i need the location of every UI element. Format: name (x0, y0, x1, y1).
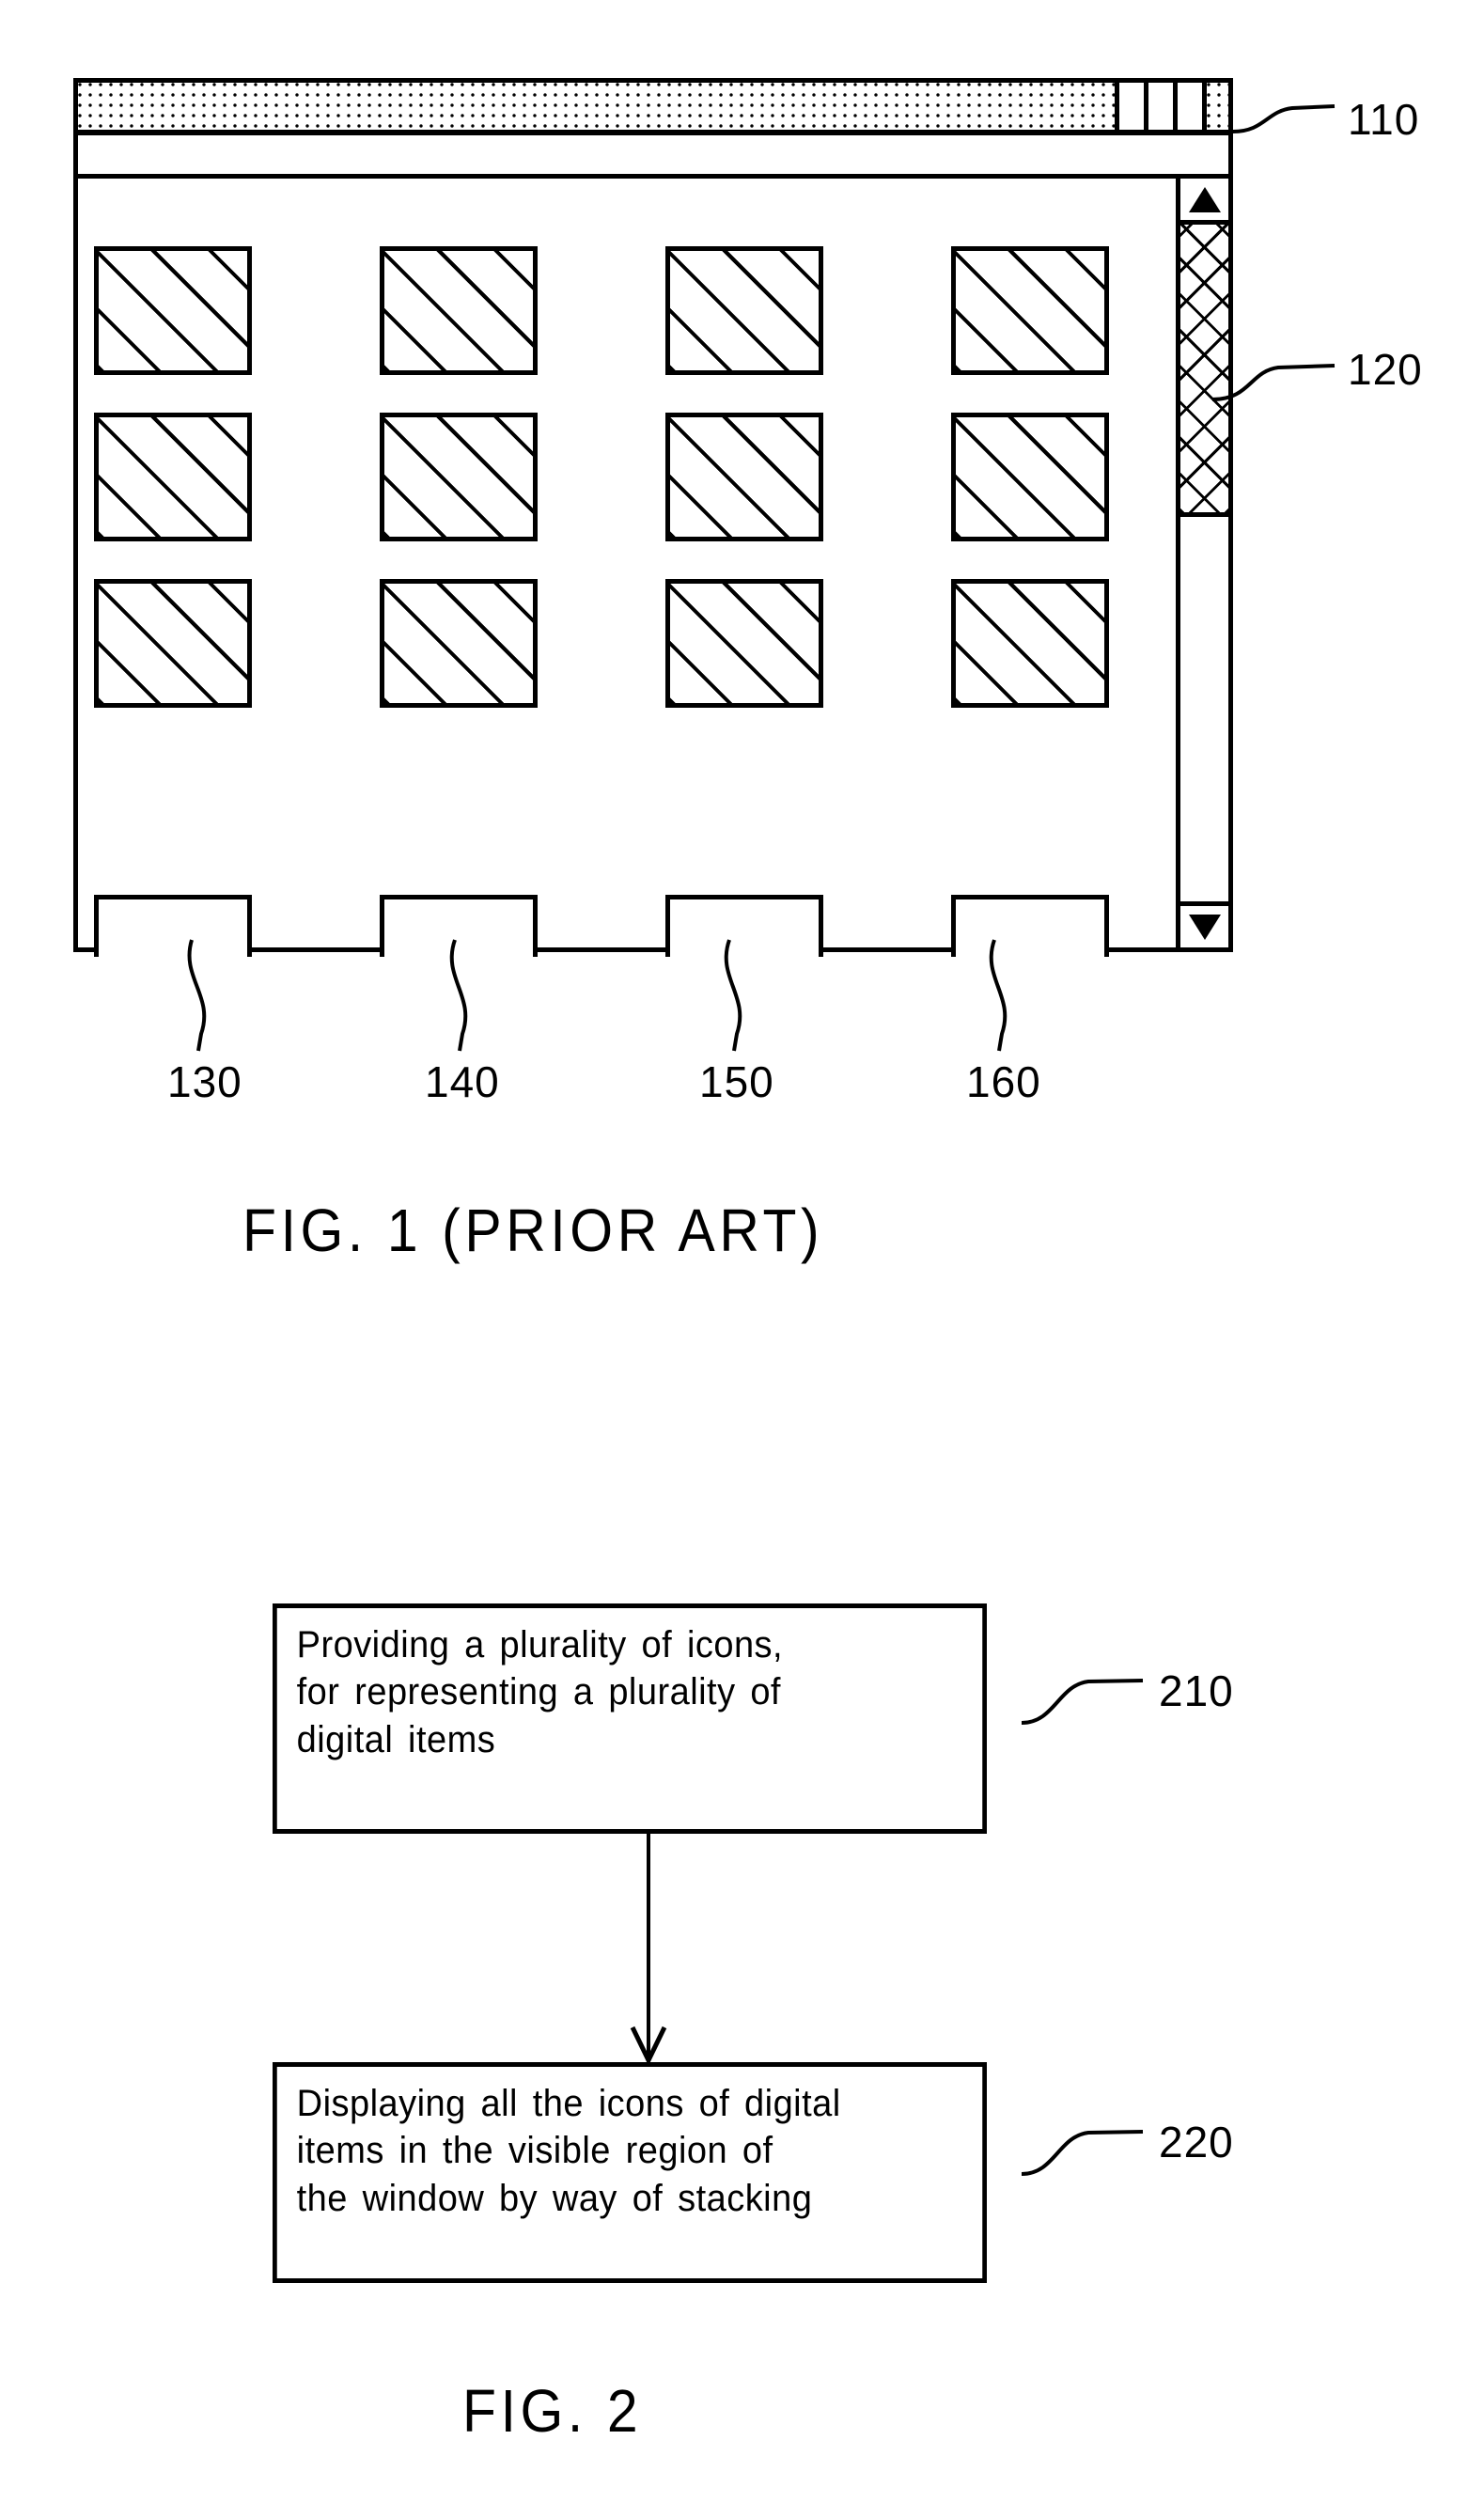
clipped-icon-2[interactable] (380, 895, 538, 957)
ref-number-110: 110 (1348, 95, 1420, 144)
digital-item-icon[interactable] (94, 246, 252, 375)
digital-item-icon[interactable] (665, 246, 823, 375)
icon-grid (94, 246, 1109, 895)
title-bar-fill-right (1202, 83, 1228, 130)
vertical-scrollbar[interactable] (1176, 179, 1228, 947)
prior-art-window (73, 78, 1233, 957)
ref-number-130: 130 (167, 1057, 242, 1106)
figure-1-caption: FIG. 1 (PRIOR ART) (242, 1196, 824, 1264)
clipped-icon-row (94, 895, 1109, 957)
leader-line-210 (1021, 1679, 1144, 1725)
triangle-up-icon (1188, 186, 1221, 212)
leader-line-220 (1021, 2130, 1144, 2176)
flow-step-210-line-2: for representing a plurality of (296, 1671, 781, 1713)
clipped-icon-1[interactable] (94, 895, 252, 957)
ref-number-220: 220 (1159, 2118, 1234, 2166)
flow-step-220-line-3: the window by way of stacking (296, 2177, 813, 2219)
triangle-down-icon (1188, 914, 1221, 940)
scroll-down-button[interactable] (1180, 901, 1228, 947)
ref-number-140: 140 (425, 1057, 500, 1106)
flow-step-210: Providing a plurality of icons, for repr… (273, 1603, 987, 1834)
flow-step-220-line-2: items in the visible region of (296, 2130, 773, 2172)
menu-toolbar (78, 135, 1228, 179)
patent-drawing-sheet: 110 120 130 140 150 160 FIG. 1 (PRIOR AR… (0, 0, 1484, 2518)
ref-number-210: 210 (1159, 1666, 1234, 1715)
clipped-icon-3[interactable] (665, 895, 823, 957)
close-button[interactable] (1173, 83, 1202, 130)
client-area (78, 179, 1228, 957)
digital-item-icon[interactable] (94, 579, 252, 708)
figure-2-caption: FIG. 2 (462, 2377, 643, 2445)
minimize-button[interactable] (1115, 83, 1144, 130)
scroll-thumb[interactable] (1180, 225, 1228, 517)
flow-step-220-line-1: Displaying all the icons of digital (296, 2083, 841, 2124)
flow-step-210-line-1: Providing a plurality of icons, (296, 1624, 784, 1666)
digital-item-icon[interactable] (951, 246, 1109, 375)
digital-item-icon[interactable] (665, 413, 823, 541)
scroll-track[interactable] (1180, 517, 1228, 901)
ref-number-160: 160 (966, 1057, 1041, 1106)
digital-item-icon[interactable] (380, 246, 538, 375)
flow-step-220: Displaying all the icons of digital item… (273, 2062, 987, 2283)
scroll-up-button[interactable] (1180, 179, 1228, 225)
title-bar (78, 83, 1228, 135)
leader-line-110 (1232, 104, 1336, 133)
digital-item-icon[interactable] (94, 413, 252, 541)
flow-connector-arrowhead (630, 2025, 667, 2066)
ref-number-120: 120 (1348, 345, 1423, 394)
digital-item-icon[interactable] (380, 413, 538, 541)
digital-item-icon[interactable] (665, 579, 823, 708)
digital-item-icon[interactable] (951, 579, 1109, 708)
digital-item-icon[interactable] (951, 413, 1109, 541)
digital-item-icon[interactable] (380, 579, 538, 708)
flow-step-210-line-3: digital items (296, 1718, 496, 1760)
clipped-icon-4[interactable] (951, 895, 1109, 957)
maximize-button[interactable] (1144, 83, 1173, 130)
ref-number-150: 150 (699, 1057, 774, 1106)
title-bar-fill (78, 83, 1115, 130)
